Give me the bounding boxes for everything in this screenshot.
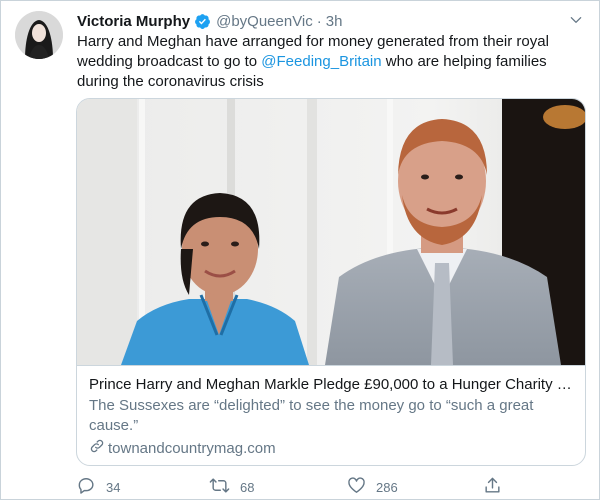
card-title[interactable]: Prince Harry and Meghan Markle Pledge £9…	[89, 375, 573, 395]
author-handle[interactable]: @byQueenVic	[216, 13, 313, 30]
share-button[interactable]	[483, 476, 512, 498]
retweet-count: 68	[240, 479, 255, 495]
like-count: 286	[376, 479, 398, 495]
avatar[interactable]	[15, 11, 63, 59]
author-name[interactable]: Victoria Murphy	[77, 13, 190, 30]
share-icon	[483, 476, 512, 498]
card-body: Prince Harry and Meghan Markle Pledge £9…	[77, 366, 585, 460]
chevron-down-icon[interactable]	[567, 11, 585, 29]
card-image[interactable]	[77, 99, 585, 366]
tweet-text: Harry and Meghan have arranged for money…	[77, 32, 587, 92]
link-icon	[89, 438, 108, 460]
tweet-timestamp[interactable]: 3h	[326, 13, 343, 30]
heart-icon	[347, 476, 376, 498]
reply-count: 34	[106, 479, 121, 495]
verified-badge-icon	[194, 13, 211, 30]
action-bar: 34 68 286	[77, 476, 517, 498]
tweet-container[interactable]: Victoria Murphy @byQueenVic · 3h Harry a…	[0, 0, 600, 500]
like-button[interactable]: 286	[347, 476, 398, 498]
card-domain-text: townandcountrymag.com	[108, 440, 276, 457]
reply-button[interactable]: 34	[77, 476, 120, 498]
reply-icon	[77, 476, 106, 498]
separator-dot: ·	[316, 12, 322, 30]
mention-link[interactable]: @Feeding_Britain	[261, 53, 381, 70]
link-card[interactable]: Prince Harry and Meghan Markle Pledge £9…	[76, 98, 586, 466]
tweet-header: Victoria Murphy @byQueenVic · 3h	[77, 10, 585, 32]
retweet-icon	[209, 476, 240, 498]
card-domain: townandcountrymag.com	[89, 438, 573, 460]
retweet-button[interactable]: 68	[209, 476, 254, 498]
card-description: The Sussexes are “delighted” to see the …	[89, 397, 534, 434]
